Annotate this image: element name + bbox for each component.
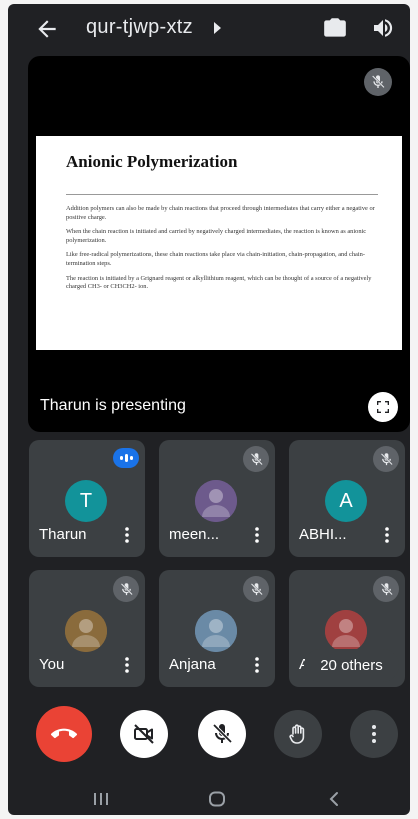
avatar-initial: T [79, 489, 93, 512]
more-vert-icon[interactable] [253, 526, 261, 544]
avatar [195, 610, 237, 652]
presentation-stage[interactable]: Anionic Polymerization Addition polymers… [28, 56, 410, 432]
mic-off-icon [380, 582, 393, 595]
more-vert-icon[interactable] [253, 656, 261, 674]
mic-off-icon [212, 723, 233, 744]
shared-slide: Anionic Polymerization Addition polymers… [36, 136, 402, 350]
participant-name: ABHI... [299, 526, 347, 543]
end-call-icon [51, 728, 77, 739]
participant-name: Tharun [39, 526, 87, 543]
slide-paragraph: Addition polymers can also be made by ch… [66, 205, 375, 221]
slide-divider [66, 194, 378, 195]
participant-name: meen... [169, 526, 220, 543]
mic-off-icon [250, 452, 263, 465]
end-call-button[interactable] [36, 706, 92, 762]
presentation-mute-badge [364, 68, 392, 96]
arrow-left-icon[interactable] [34, 16, 60, 42]
mic-off-icon [380, 452, 393, 465]
raise-hand-button[interactable] [274, 710, 322, 758]
participant-tile[interactable]: T Tharun [29, 440, 145, 557]
participant-mute-badge [243, 446, 269, 472]
avatar-photo [195, 480, 237, 522]
participant-tile[interactable]: meen... [159, 440, 275, 557]
slide-paragraph: Like free-radical polymerizations, these… [66, 251, 365, 267]
meet-screen: qur-tjwp-xtz Anionic Polymerization Addi… [8, 4, 410, 815]
participant-tile[interactable]: Anjana [159, 570, 275, 687]
slide-paragraph: When the chain reaction is initiated and… [66, 228, 367, 244]
volume-icon[interactable] [371, 16, 395, 40]
avatar-photo [325, 610, 367, 652]
more-vert-icon[interactable] [123, 656, 131, 674]
top-bar: qur-tjwp-xtz [8, 4, 410, 54]
avatar: T [65, 480, 107, 522]
participant-name: You [39, 656, 65, 673]
avatar [195, 480, 237, 522]
more-vert-icon [372, 725, 376, 743]
presenter-label: Tharun is presenting [40, 397, 186, 414]
participant-tile[interactable]: A ABHI... [289, 440, 405, 557]
more-options-button[interactable] [350, 710, 398, 758]
avatar-photo [65, 610, 107, 652]
system-nav-bar [8, 782, 410, 815]
participant-mute-badge [373, 446, 399, 472]
participant-mute-badge [113, 576, 139, 602]
camera-off-icon [134, 724, 154, 744]
others-count-chip[interactable]: 20 others [304, 649, 399, 682]
speaking-indicator [113, 448, 139, 468]
fullscreen-button[interactable] [368, 392, 398, 422]
recents-icon[interactable] [92, 792, 110, 806]
avatar [65, 610, 107, 652]
avatar: A [325, 480, 367, 522]
caret-right-icon[interactable] [213, 21, 223, 35]
slide-title: Anionic Polymerization [66, 152, 238, 171]
mic-off-icon [120, 582, 133, 595]
call-controls [8, 704, 410, 764]
participant-name: Anjana [169, 656, 216, 673]
raise-hand-icon [289, 724, 305, 744]
avatar-initial: A [339, 489, 353, 512]
home-icon[interactable] [208, 791, 226, 807]
avatar-photo [195, 610, 237, 652]
switch-camera-icon[interactable] [322, 15, 348, 41]
participant-mute-badge [243, 576, 269, 602]
camera-toggle-button[interactable] [120, 710, 168, 758]
mic-off-icon [250, 582, 263, 595]
meeting-code[interactable]: qur-tjwp-xtz [86, 16, 193, 39]
mic-off-icon [371, 75, 385, 89]
mic-toggle-button[interactable] [198, 710, 246, 758]
slide-paragraph: The reaction is initiated by a Grignard … [66, 274, 372, 291]
more-vert-icon[interactable] [383, 526, 391, 544]
participant-mute-badge [373, 576, 399, 602]
back-icon[interactable] [328, 791, 340, 807]
participant-tile[interactable]: You [29, 570, 145, 687]
fullscreen-icon [377, 401, 389, 413]
more-vert-icon[interactable] [123, 526, 131, 544]
avatar [325, 610, 367, 652]
